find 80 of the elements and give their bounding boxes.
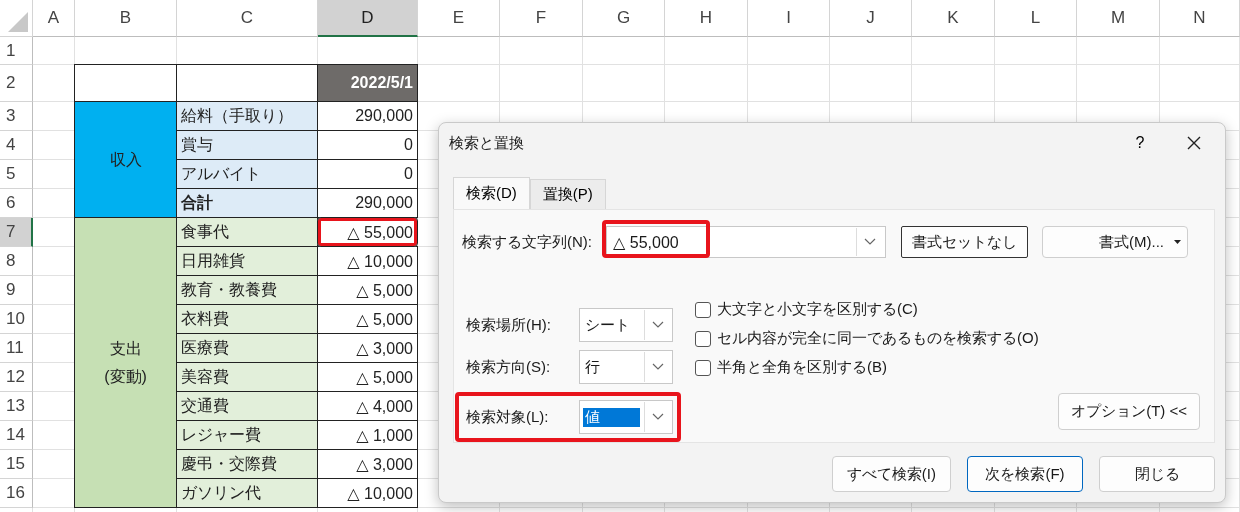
dialog-button[interactable]: 次を検索(F) — [967, 456, 1083, 492]
checkbox-label: 大文字と小文字を区別する(C) — [717, 300, 918, 319]
row-header[interactable]: 15 — [0, 450, 33, 479]
checkbox[interactable] — [695, 359, 711, 376]
item-name-cell: アルバイト — [176, 159, 318, 189]
category-cell: 支出 (変動) — [74, 217, 177, 508]
row-header[interactable]: 5 — [0, 160, 33, 189]
amount-cell: 290,000 — [317, 188, 418, 218]
amount-cell: △ 55,000 — [317, 217, 418, 247]
item-name-cell: 医療費 — [176, 333, 318, 363]
find-label: 検索する文字列(N): — [462, 232, 592, 252]
column-header[interactable]: G — [583, 0, 665, 37]
item-name-cell: 交通費 — [176, 391, 318, 421]
item-name-cell: ガソリン代 — [176, 478, 318, 508]
item-name-cell: 慶弔・交際費 — [176, 449, 318, 479]
row-header[interactable]: 13 — [0, 392, 33, 421]
chevron-down-icon[interactable] — [864, 238, 876, 246]
row-header[interactable]: 9 — [0, 276, 33, 305]
select-label: 検索方向(S): — [466, 357, 551, 377]
row-header[interactable]: 8 — [0, 247, 33, 276]
select-label: 検索場所(H): — [466, 315, 551, 335]
date-header-cell: 2022/5/1 — [317, 64, 418, 102]
help-button[interactable]: ? — [1117, 127, 1163, 159]
dropdown[interactable]: シート — [579, 308, 673, 342]
row-header[interactable]: 7 — [0, 218, 33, 247]
row-header[interactable]: 4 — [0, 131, 33, 160]
item-name-cell: 衣料費 — [176, 304, 318, 334]
row-header[interactable]: 11 — [0, 334, 33, 363]
row-header[interactable]: 12 — [0, 363, 33, 392]
column-header[interactable]: H — [665, 0, 748, 37]
options-button[interactable]: オプション(T) << — [1058, 393, 1200, 430]
row-header[interactable]: 2 — [0, 65, 33, 102]
column-header[interactable]: J — [830, 0, 912, 37]
item-name-cell: 教育・教養費 — [176, 275, 318, 305]
category-cell: 収入 — [74, 101, 177, 218]
item-name-cell: レジャー費 — [176, 420, 318, 450]
row-header[interactable]: 10 — [0, 305, 33, 334]
checkbox[interactable] — [695, 330, 711, 347]
item-name-cell: 食事代 — [176, 217, 318, 247]
row-header[interactable]: 14 — [0, 421, 33, 450]
checkbox-label: 半角と全角を区別する(B) — [717, 358, 887, 377]
chevron-down-icon — [652, 413, 664, 421]
column-header[interactable]: N — [1160, 0, 1240, 37]
column-header[interactable]: K — [912, 0, 995, 37]
column-header[interactable]: I — [748, 0, 830, 37]
row-header[interactable]: 1 — [0, 37, 33, 65]
no-format-button[interactable]: 書式セットなし — [901, 226, 1028, 258]
column-header[interactable]: B — [75, 0, 177, 37]
column-header[interactable]: C — [177, 0, 318, 37]
amount-cell: △ 10,000 — [317, 246, 418, 276]
item-name-cell: 給料（手取り） — [176, 101, 318, 131]
caret-icon — [1174, 240, 1181, 244]
column-header[interactable]: L — [995, 0, 1077, 37]
column-header[interactable]: F — [500, 0, 583, 37]
tab[interactable]: 置換(P) — [529, 179, 606, 209]
item-name-cell: 日用雑貨 — [176, 246, 318, 276]
dialog-button[interactable]: 閉じる — [1099, 456, 1215, 492]
column-header[interactable]: M — [1077, 0, 1160, 37]
close-icon — [1186, 135, 1202, 151]
tab[interactable]: 検索(D) — [453, 177, 530, 209]
amount-cell: △ 10,000 — [317, 478, 418, 508]
row-header[interactable]: 3 — [0, 102, 33, 131]
checkbox-label: セル内容が完全に同一であるものを検索する(O) — [717, 329, 1039, 348]
item-name-cell: 合計 — [176, 188, 318, 218]
column-header[interactable]: D — [318, 0, 418, 37]
format-button[interactable]: 書式(M)... — [1042, 226, 1188, 258]
row-header[interactable]: 6 — [0, 189, 33, 218]
row-header[interactable]: 16 — [0, 479, 33, 508]
dialog-button[interactable]: すべて検索(I) — [831, 456, 951, 492]
dialog-title: 検索と置換 — [449, 133, 525, 153]
column-header[interactable]: A — [33, 0, 75, 37]
dropdown[interactable]: 値 — [579, 400, 673, 434]
item-name-cell: 美容費 — [176, 362, 318, 392]
dropdown[interactable]: 行 — [579, 350, 673, 384]
chevron-down-icon — [652, 321, 664, 329]
checkbox[interactable] — [695, 301, 711, 318]
column-header[interactable]: E — [418, 0, 500, 37]
item-name-cell: 賞与 — [176, 130, 318, 160]
select-label: 検索対象(L): — [466, 407, 549, 427]
chevron-down-icon — [652, 363, 664, 371]
